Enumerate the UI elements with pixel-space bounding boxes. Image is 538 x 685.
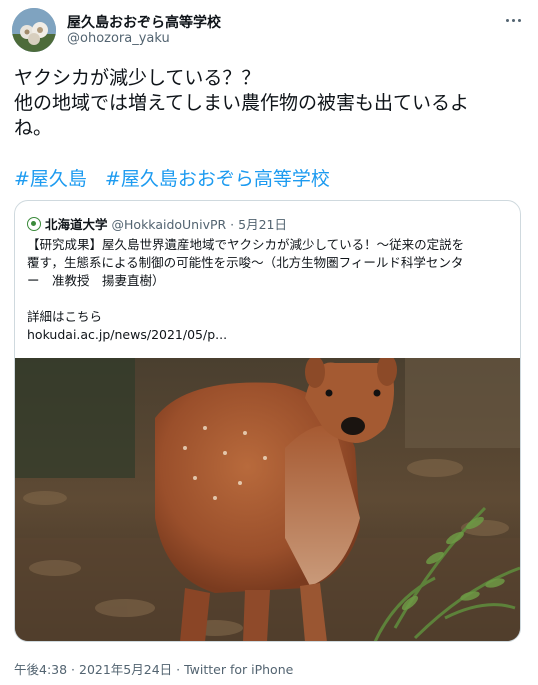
tweet-date[interactable]: 2021年5月24日 (79, 662, 172, 677)
quoted-author-name: 北海道大学 (45, 217, 108, 232)
university-logo-icon (27, 217, 41, 231)
quoted-tweet-card[interactable]: 北海道大学 @HokkaidoUnivPR · 5月21日 【研究成果】屋久島世界… (14, 200, 521, 642)
hashtag-link[interactable]: #屋久島 (14, 168, 87, 190)
quoted-line: 覆す，生態系による制御の可能性を示唆～（北方生物圏フィールド科学センタ (27, 255, 464, 270)
quoted-line: 【研究成果】屋久島世界遺産地域でヤクシカが減少している！～従来の定説を (27, 237, 465, 252)
details-label: 詳細はこちら (27, 309, 103, 324)
school-avatar-icon[interactable] (12, 8, 56, 52)
news-link[interactable]: hokudai.ac.jp/news/2021/05/p... (27, 326, 512, 344)
hashtag-list: #屋久島 #屋久島おおぞら高等学校 (14, 167, 348, 192)
tweet-header: 屋久島おおぞら高等学校 @ohozora_yaku (12, 8, 526, 56)
tweet-footer: 午後4:38 · 2021年5月24日 · Twitter for iPhone (14, 659, 293, 678)
tweet-text: ヤクシカが減少している？？ 他の地域では増えてしまい農作物の被害も出ているよ ね… (14, 66, 526, 141)
tweet-line: 他の地域では増えてしまい農作物の被害も出ているよ (14, 92, 470, 114)
more-options-icon[interactable] (504, 12, 524, 28)
quoted-author-handle: @HokkaidoUnivPR (111, 217, 227, 232)
separator-dot: · (226, 217, 239, 232)
deer-photo[interactable] (15, 354, 520, 641)
tweet-source: Twitter for iPhone (184, 662, 294, 677)
tweet-line: ヤクシカが減少している？？ (14, 67, 261, 89)
tweet-line: ね。 (14, 117, 53, 139)
hashtag-link[interactable]: #屋久島おおぞら高等学校 (105, 168, 330, 190)
quoted-tweet-text: 【研究成果】屋久島世界遺産地域でヤクシカが減少している！～従来の定説を 覆す，生… (27, 236, 512, 344)
separator-dot: · (172, 662, 185, 677)
author-name[interactable]: 屋久島おおぞら高等学校 (67, 12, 221, 32)
quoted-line: ー 准教授 揚妻直樹） (27, 273, 165, 288)
tweet-time[interactable]: 午後4:38 (14, 662, 67, 677)
separator-dot: · (67, 662, 79, 677)
quoted-tweet-date: 5月21日 (238, 217, 287, 232)
quoted-tweet-header: 北海道大学 @HokkaidoUnivPR · 5月21日 (27, 214, 287, 232)
author-handle[interactable]: @ohozora_yaku (67, 31, 170, 46)
